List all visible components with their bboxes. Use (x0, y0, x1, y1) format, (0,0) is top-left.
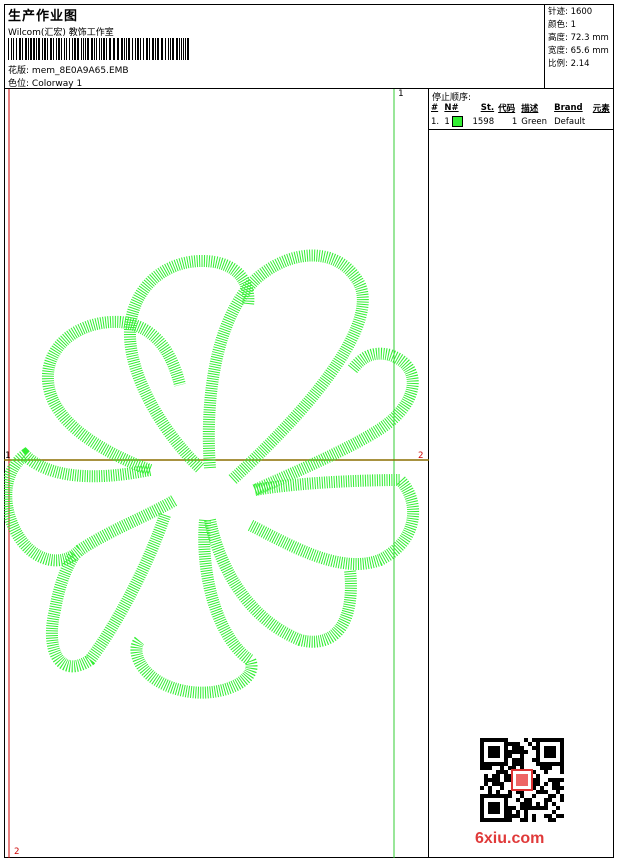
table-header-row: # N# St. 代码 描述 Brand 元素 (429, 101, 614, 115)
petal-stitch-3 (202, 249, 369, 485)
design-name: mem_8E0A9A65.EMB (31, 66, 129, 76)
row-description: Green (521, 116, 548, 127)
col-brand: Brand (554, 103, 583, 113)
row-stitches: 1598 (472, 116, 495, 127)
stats-panel: 针迹: 1600 颜色: 1 高度: 72.3 mm 宽度: 65.6 mm 比… (544, 4, 614, 89)
color-swatch (452, 116, 464, 127)
stat-scale: 比例: 2.14 (548, 59, 590, 69)
petal-stitch-9 (0, 447, 179, 567)
row-index: 1. (431, 116, 440, 127)
design-canvas: 1 1 2 2 (0, 89, 429, 858)
row-brand: Default (554, 116, 586, 127)
col-stitches: St. (480, 103, 495, 113)
row-needle: 1 (442, 115, 468, 128)
colorway-name: Colorway 1 (31, 79, 83, 89)
colorway-line: 色位: Colorway 1 (8, 76, 82, 89)
stat-width: 宽度: 65.6 mm (548, 46, 609, 56)
row-code: 1 (511, 116, 518, 127)
stop-sequence-table: # N# St. 代码 描述 Brand 元素 1. 1 1598 1 Gree… (429, 101, 614, 128)
watermark: 6xiu.com (475, 830, 545, 847)
petal-stitch-4 (252, 347, 419, 496)
petal-stitch-8 (45, 513, 171, 673)
barcode-icon (8, 38, 189, 60)
col-element: 元素 (592, 104, 610, 114)
stop-sequence-divider (429, 129, 614, 130)
marker-top: 1 (398, 89, 404, 99)
marker-left: 1 (5, 451, 11, 461)
company-name: Wilcom(汇宏) 教饰工作室 (8, 28, 114, 38)
stat-height: 高度: 72.3 mm (548, 33, 609, 43)
stat-stitches: 针迹: 1600 (548, 7, 593, 17)
table-row: 1. 1 1598 1 Green Default (429, 115, 614, 128)
petal-stitch-6 (204, 518, 357, 648)
petal-stitch-7 (130, 519, 258, 699)
petal-stitch-5 (247, 473, 419, 570)
qr-code-icon (480, 738, 564, 822)
stat-colors: 颜色: 1 (548, 20, 576, 30)
marker-bottom: 2 (14, 847, 20, 857)
petal-stitch-1 (41, 315, 186, 476)
col-code: 代码 (498, 104, 516, 114)
colorway-label: 色位: (8, 79, 30, 89)
petal-stitch-2 (123, 255, 255, 473)
col-description: 描述 (521, 104, 539, 114)
embroidery-preview (0, 89, 429, 858)
row-element (591, 115, 614, 128)
marker-right: 2 (418, 451, 424, 461)
design-line: 花版: mem_8E0A9A65.EMB (8, 63, 129, 76)
flower-design (0, 249, 419, 699)
col-needle: N# (444, 103, 459, 113)
col-index: # (431, 103, 439, 113)
page-title: 生产作业图 (8, 9, 79, 24)
header: 生产作业图 Wilcom(汇宏) 教饰工作室 花版: mem_8E0A9A65.… (4, 4, 614, 89)
design-label: 花版: (8, 66, 30, 76)
